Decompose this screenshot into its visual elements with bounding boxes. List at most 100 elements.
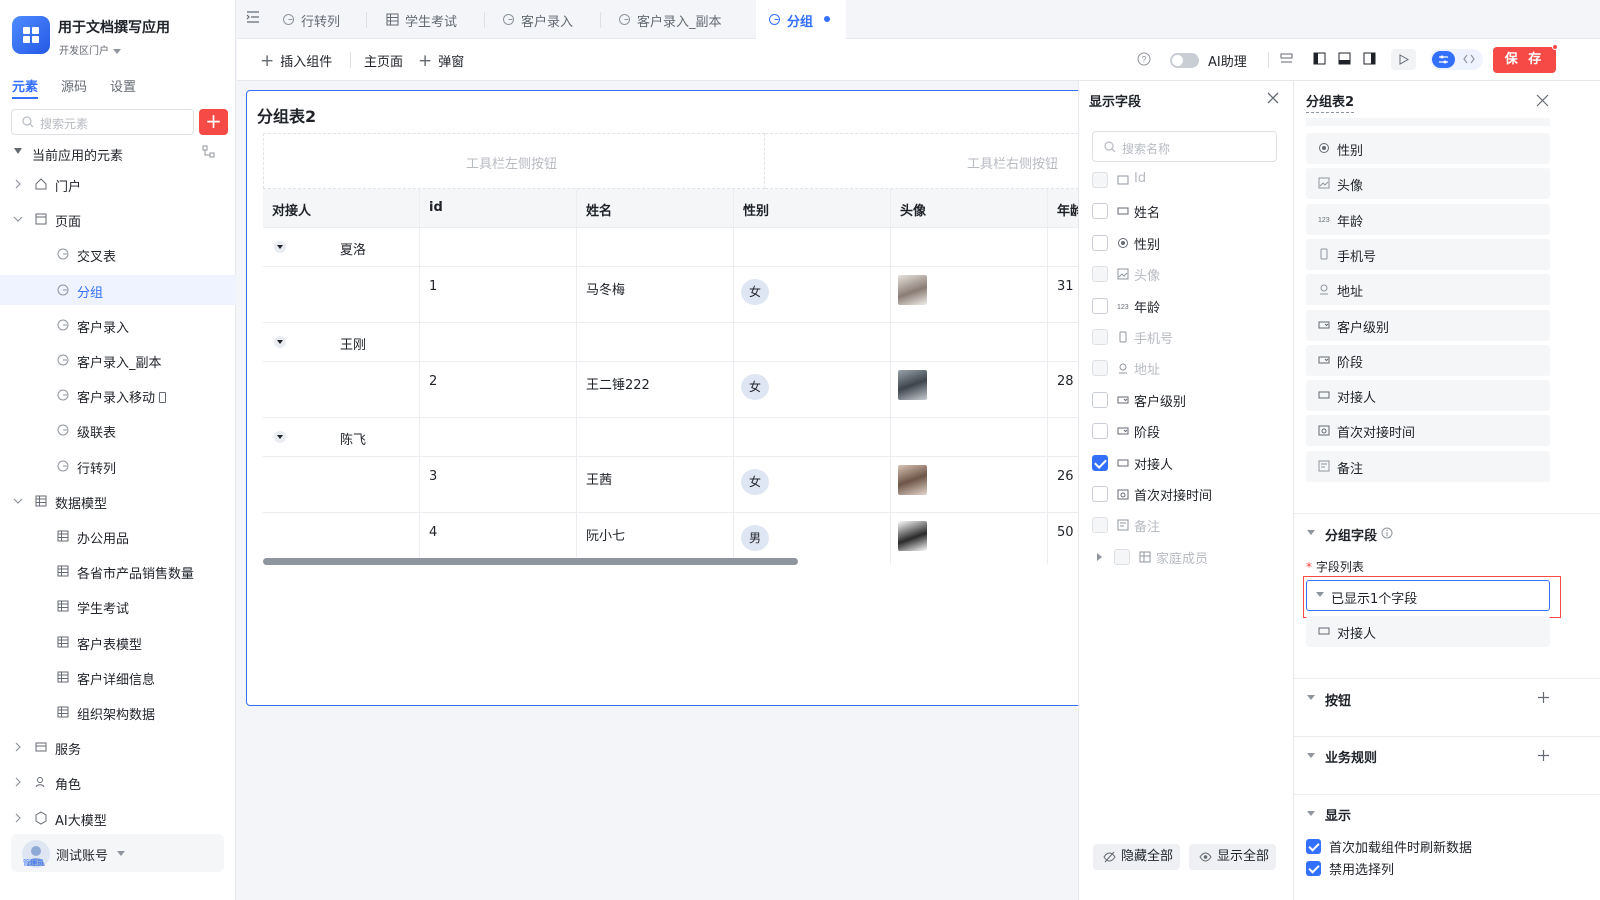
tab-source[interactable]: 源码 [61, 76, 87, 95]
field-option[interactable]: Id [1092, 169, 1282, 193]
horizontal-scrollbar[interactable] [263, 558, 798, 565]
home-page-button[interactable]: 主页面 [364, 51, 403, 70]
refresh-on-load-checkbox[interactable] [1306, 839, 1321, 854]
field-checkbox[interactable] [1092, 203, 1108, 220]
field-item[interactable]: 阶段 [1306, 344, 1550, 376]
element-search-input[interactable]: 搜索元素 [11, 109, 194, 135]
tree-item[interactable]: 页面 [0, 204, 236, 234]
help-icon[interactable]: ? [1137, 52, 1151, 66]
collapse-sidebar-icon[interactable] [246, 11, 260, 23]
code-icon[interactable] [1463, 54, 1475, 64]
field-checkbox[interactable] [1092, 360, 1108, 377]
tree-item[interactable]: 组织架构数据 [0, 697, 236, 727]
field-item[interactable]: 对接人 [1306, 380, 1550, 412]
caret-down-icon[interactable] [1307, 753, 1315, 758]
tree-item[interactable]: 客户表模型 [0, 627, 236, 657]
ai-assistant-toggle[interactable] [1170, 53, 1199, 68]
column-header[interactable]: 性别 [734, 189, 891, 228]
right-panel-icon[interactable] [1363, 52, 1376, 65]
close-icon[interactable] [1266, 91, 1280, 105]
field-checkbox[interactable] [1092, 454, 1108, 471]
field-checkbox[interactable] [1092, 297, 1108, 314]
field-checkbox[interactable] [1092, 172, 1108, 188]
field-option[interactable]: 地址 [1092, 357, 1282, 381]
tree-item[interactable]: 各省市产品销售数量 [0, 556, 236, 586]
plus-icon[interactable] [1537, 749, 1550, 762]
page-tab[interactable]: 行转列 [270, 0, 366, 39]
field-checkbox[interactable] [1092, 329, 1108, 345]
column-header[interactable]: id [420, 189, 577, 228]
disable-select-column-checkbox[interactable] [1306, 861, 1321, 876]
field-option[interactable]: 性别 [1092, 232, 1282, 256]
field-option[interactable]: 首次对接时间 [1092, 483, 1282, 507]
group-header-cell[interactable]: 陈飞 [263, 418, 420, 457]
field-option[interactable]: 备注 [1092, 514, 1282, 538]
page-tab[interactable]: 分组 [756, 0, 846, 39]
preview-button[interactable] [1391, 49, 1416, 70]
tree-item[interactable]: 办公用品 [0, 521, 236, 551]
tab-elements[interactable]: 元素 [12, 76, 38, 95]
layout-compact-icon[interactable] [1280, 53, 1293, 65]
field-checkbox[interactable] [1092, 266, 1108, 283]
group-collapse-icon[interactable] [274, 336, 286, 348]
column-header[interactable]: 年龄 [1048, 189, 1078, 228]
tab-settings[interactable]: 设置 [110, 76, 136, 95]
tree-item[interactable]: 客户录入 [0, 310, 236, 340]
page-tab[interactable]: 学生考试 [374, 0, 484, 39]
caret-down-icon[interactable] [14, 148, 22, 154]
field-item[interactable]: 地址 [1306, 274, 1550, 306]
component-name[interactable]: 分组表2 [1306, 91, 1355, 113]
popup-button[interactable]: + 弹窗 [418, 51, 464, 71]
info-icon[interactable] [1381, 527, 1393, 539]
field-item[interactable]: 手机号 [1306, 238, 1550, 270]
field-option[interactable]: 阶段 [1092, 420, 1282, 444]
field-item[interactable]: 首次对接时间 [1306, 415, 1550, 447]
toolbar-left-slot[interactable]: 工具栏左侧按钮 [263, 133, 765, 189]
caret-down-icon[interactable] [1307, 530, 1315, 535]
toolbar-right-slot[interactable]: 工具栏右侧按钮 [765, 133, 1094, 189]
chevron-right-icon[interactable] [12, 776, 24, 788]
field-checkbox[interactable] [1092, 517, 1108, 534]
field-option[interactable]: 家庭成员 [1092, 546, 1282, 570]
chevron-down-icon[interactable] [12, 495, 24, 507]
chevron-right-icon[interactable] [1097, 552, 1102, 561]
env-selector[interactable]: 开发区门户 [59, 42, 121, 57]
chevron-down-icon[interactable] [117, 851, 125, 856]
group-header-cell[interactable]: 王刚 [263, 323, 420, 362]
visual-mode-option[interactable] [1432, 51, 1455, 68]
group-collapse-icon[interactable] [274, 431, 286, 443]
field-item[interactable]: 性别 [1306, 133, 1550, 164]
field-option[interactable]: 手机号 [1092, 326, 1282, 350]
field-option[interactable]: 头像 [1092, 263, 1282, 287]
chevron-right-icon[interactable] [12, 812, 24, 824]
field-item[interactable]: 头像 [1306, 168, 1550, 200]
column-header[interactable]: 头像 [891, 189, 1048, 228]
tree-item[interactable]: 服务 [0, 732, 236, 762]
left-panel-icon[interactable] [1313, 52, 1326, 65]
plus-icon[interactable] [1537, 691, 1550, 704]
group-field-item[interactable]: 对接人 [1306, 616, 1550, 647]
tree-item[interactable]: 角色 [0, 767, 236, 797]
caret-down-icon[interactable] [1307, 811, 1315, 816]
tree-item[interactable]: 客户录入_副本 [0, 345, 236, 375]
tree-item[interactable]: 行转列 [0, 451, 236, 481]
column-header[interactable]: 对接人 [263, 189, 420, 228]
field-checkbox[interactable] [1092, 423, 1108, 440]
chevron-down-icon[interactable] [12, 213, 24, 225]
field-item[interactable]: 123 年龄 [1306, 203, 1550, 235]
group-collapse-icon[interactable] [274, 241, 286, 253]
column-header[interactable]: 姓名 [577, 189, 734, 228]
field-checkbox[interactable] [1092, 486, 1108, 502]
tree-item[interactable]: AI大模型 [0, 803, 236, 833]
tree-item[interactable]: 分组 [0, 274, 236, 305]
caret-down-icon[interactable] [1307, 695, 1315, 700]
field-option[interactable]: 姓名 [1092, 200, 1282, 224]
field-checkbox[interactable] [1114, 548, 1130, 565]
hide-all-button[interactable]: 隐藏全部 [1093, 844, 1180, 870]
tree-item[interactable]: 门户 [0, 169, 236, 199]
save-button[interactable]: 保 存 [1493, 47, 1556, 73]
field-search-input[interactable]: 搜索名称 [1092, 131, 1277, 162]
expand-tree-icon[interactable] [202, 145, 215, 158]
show-all-button[interactable]: 显示全部 [1189, 844, 1276, 870]
field-option[interactable]: 客户级别 [1092, 389, 1282, 413]
